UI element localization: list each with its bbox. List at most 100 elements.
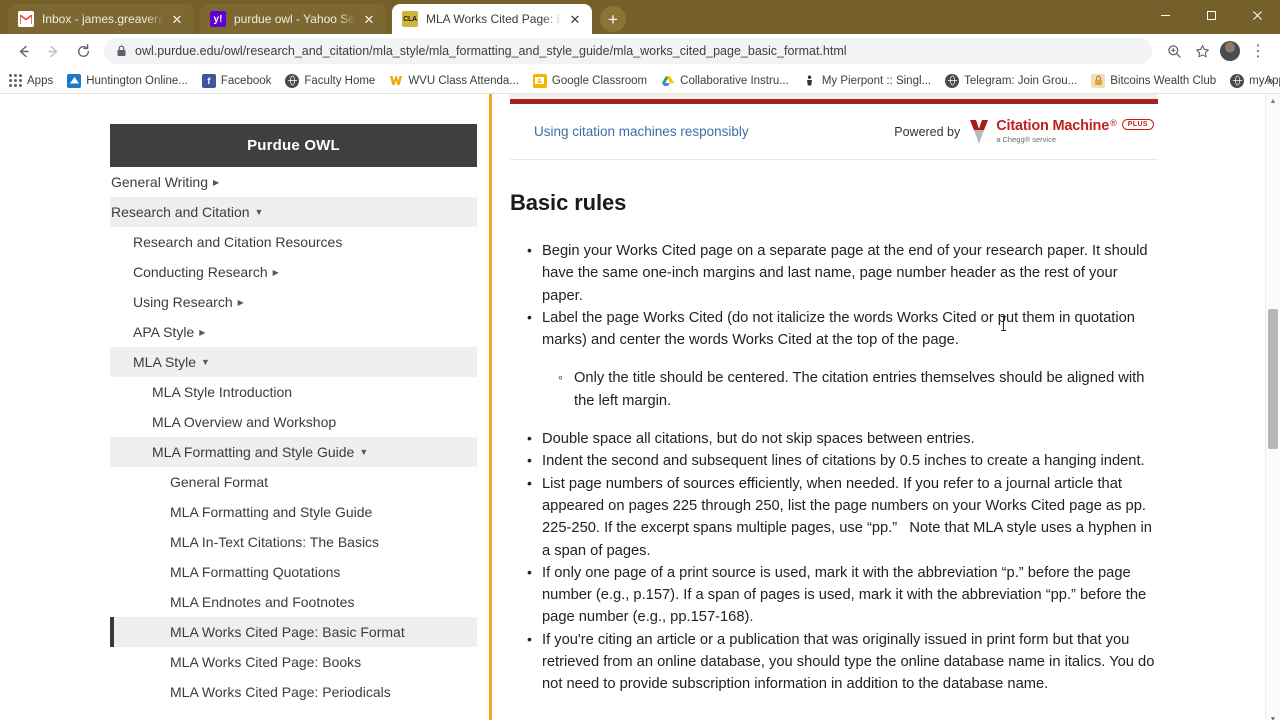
bookmark-facebook[interactable]: f Facebook (201, 73, 271, 88)
new-tab-button[interactable]: + (600, 6, 626, 32)
tab-title: purdue owl - Yahoo Search Resul (234, 12, 356, 26)
rule-item: Begin your Works Cited page on a separat… (510, 239, 1158, 307)
rule-item: Label the page Works Cited (do not itali… (510, 306, 1158, 412)
sidebar-item-label: MLA Style (133, 354, 197, 370)
registered-trademark-icon: ® (1110, 117, 1117, 128)
chevron-down-icon: ▼ (254, 207, 264, 217)
sidebar-item-mla-endnotes-and-footnotes[interactable]: MLA Endnotes and Footnotes (110, 587, 477, 617)
sub-rule-text: Only the title should be centered. The c… (574, 370, 1145, 409)
scroll-up-arrow-icon[interactable]: ▲ (1266, 94, 1280, 109)
chevron-right-icon: ▶ (237, 297, 244, 307)
facebook-icon: f (201, 73, 216, 88)
bookmark-label: Faculty Home (304, 74, 376, 87)
close-icon[interactable]: ✕ (566, 10, 584, 28)
rule-item: Double space all citations, but do not s… (510, 427, 1158, 450)
sidebar-item-mla-formatting-and-style-guide[interactable]: MLA Formatting and Style Guide ▼ (110, 437, 477, 467)
sidebar-item-mla-works-cited-books[interactable]: MLA Works Cited Page: Books (110, 647, 477, 677)
bookmark-label: Collaborative Instru... (680, 74, 789, 87)
sidebar-item-general-format[interactable]: General Format (110, 467, 477, 497)
bookmark-collaborative-instruction[interactable]: Collaborative Instru... (661, 74, 789, 88)
scrollbar-thumb[interactable] (1268, 309, 1278, 449)
sidebar-item-research-and-citation-resources[interactable]: Research and Citation Resources (110, 227, 477, 257)
sidebar-item-label: MLA Endnotes and Footnotes (170, 594, 355, 610)
lock-icon (116, 45, 127, 57)
sidebar-item-label: MLA Formatting and Style Guide (170, 504, 373, 520)
browser-menu-icon[interactable]: ⋮ (1244, 37, 1272, 65)
sidebar-item-mla-style[interactable]: MLA Style ▼ (110, 347, 477, 377)
sidebar-item-mla-works-cited-periodicals[interactable]: MLA Works Cited Page: Periodicals (110, 677, 477, 707)
sidebar-item-label: MLA In-Text Citations: The Basics (170, 534, 380, 550)
minimize-button[interactable] (1142, 0, 1188, 30)
forward-button[interactable] (38, 36, 68, 66)
sidebar-item-mla-style-introduction[interactable]: MLA Style Introduction (110, 377, 477, 407)
citation-responsibly-link[interactable]: Using citation machines responsibly (534, 124, 894, 139)
browser-tab-yahoo-search[interactable]: y! purdue owl - Yahoo Search Resul ✕ (200, 4, 386, 34)
wvu-icon (389, 73, 404, 88)
article-body: Basic rules Begin your Works Cited page … (510, 94, 1158, 720)
rule-item: Indent the second and subsequent lines o… (510, 449, 1158, 472)
sidebar-item-label: APA Style (133, 324, 195, 340)
bookmark-star-icon[interactable] (1188, 37, 1216, 65)
sidebar-item-apa-style[interactable]: APA Style ▶ (110, 317, 477, 347)
zoom-icon[interactable] (1160, 37, 1188, 65)
pierpont-icon (803, 74, 817, 88)
url-text: owl.purdue.edu/owl/research_and_citation… (135, 44, 847, 58)
back-button[interactable] (8, 36, 38, 66)
rule-text: Indent the second and subsequent lines o… (542, 453, 1145, 470)
sidebar-item-conducting-research[interactable]: Conducting Research ▶ (110, 257, 477, 287)
page-scrollbar[interactable]: ▲ ▼ (1265, 94, 1280, 720)
bookmark-bitcoins-wealth-club[interactable]: Bitcoins Wealth Club (1091, 73, 1217, 88)
scroll-down-arrow-icon[interactable]: ▼ (1266, 712, 1280, 720)
bookmark-label: Bitcoins Wealth Club (1110, 74, 1217, 87)
avatar[interactable] (1220, 41, 1240, 61)
maximize-button[interactable] (1188, 0, 1234, 30)
browser-toolbar: owl.purdue.edu/owl/research_and_citation… (0, 34, 1280, 68)
sidebar-item-general-writing[interactable]: General Writing ▶ (110, 167, 477, 197)
powered-by-label: Powered by (894, 124, 961, 139)
sidebar-item-label: General Writing (111, 174, 209, 190)
sidebar-item-label: MLA Formatting and Style Guide (152, 444, 355, 460)
bookmark-label: myApps (1249, 74, 1280, 87)
sidebar-item-label: Research and Citation (111, 204, 250, 220)
sidebar-item-mla-formatting-quotations[interactable]: MLA Formatting Quotations (110, 557, 477, 587)
sidebar-item-research-and-citation[interactable]: Research and Citation ▼ (110, 197, 477, 227)
bookmark-label: Google Classroom (551, 74, 648, 87)
plus-badge: PLUS (1121, 118, 1154, 131)
rule-item: List page numbers of sources efficiently… (510, 472, 1158, 562)
bookmark-huntington-online[interactable]: Huntington Online... (67, 73, 188, 88)
sidebar-item-mla-formatting-and-style-guide-sub[interactable]: MLA Formatting and Style Guide (110, 497, 477, 527)
chevron-right-icon: ▶ (272, 267, 279, 277)
sidebar-item-label: Conducting Research (133, 264, 268, 280)
close-icon[interactable]: ✕ (360, 10, 378, 28)
vertical-divider (489, 94, 492, 720)
sidebar-item-using-research[interactable]: Using Research ▶ (110, 287, 477, 317)
address-bar[interactable]: owl.purdue.edu/owl/research_and_citation… (104, 38, 1152, 64)
apps-grid-icon (8, 74, 22, 88)
bookmark-wvu-class-attendance[interactable]: WVU Class Attenda... (389, 73, 519, 88)
reload-button[interactable] (68, 36, 98, 66)
page-title: Basic rules (510, 190, 627, 215)
bookmark-faculty-home[interactable]: Faculty Home (285, 73, 376, 88)
sidebar-navigation: Purdue OWL General Writing ▶ Research an… (110, 124, 477, 707)
close-icon[interactable]: ✕ (168, 10, 186, 28)
sidebar-item-label: MLA Formatting Quotations (170, 564, 341, 580)
bookmark-label: Apps (27, 74, 54, 87)
globe-icon (945, 73, 960, 88)
bookmarks-bar: Apps Huntington Online... f Facebook Fac… (0, 68, 1280, 94)
tab-title: Inbox - james.greaver@pierpont (42, 12, 164, 26)
sidebar-item-mla-overview-and-workshop[interactable]: MLA Overview and Workshop (110, 407, 477, 437)
bookmark-google-classroom[interactable]: Google Classroom (532, 73, 648, 88)
bookmarks-overflow-icon[interactable]: » (1267, 73, 1274, 88)
rule-text: List page numbers of sources efficiently… (542, 475, 1152, 559)
browser-tab-inbox[interactable]: Inbox - james.greaver@pierpont ✕ (8, 4, 194, 34)
browser-tab-mla-works-cited[interactable]: CLA MLA Works Cited Page: Basic For ✕ (392, 4, 592, 34)
sidebar-item-mla-in-text-citations[interactable]: MLA In-Text Citations: The Basics (110, 527, 477, 557)
bookmark-apps[interactable]: Apps (8, 74, 53, 88)
tab-title: MLA Works Cited Page: Basic For (426, 12, 562, 26)
bookmark-telegram[interactable]: Telegram: Join Grou... (945, 73, 1077, 88)
globe-icon (1230, 73, 1245, 88)
chevron-down-icon: ▼ (359, 447, 369, 457)
sidebar-item-mla-works-cited-basic-format[interactable]: MLA Works Cited Page: Basic Format (110, 617, 477, 647)
bookmark-my-pierpont[interactable]: My Pierpont :: Singl... (803, 74, 931, 88)
close-button[interactable] (1234, 0, 1280, 30)
